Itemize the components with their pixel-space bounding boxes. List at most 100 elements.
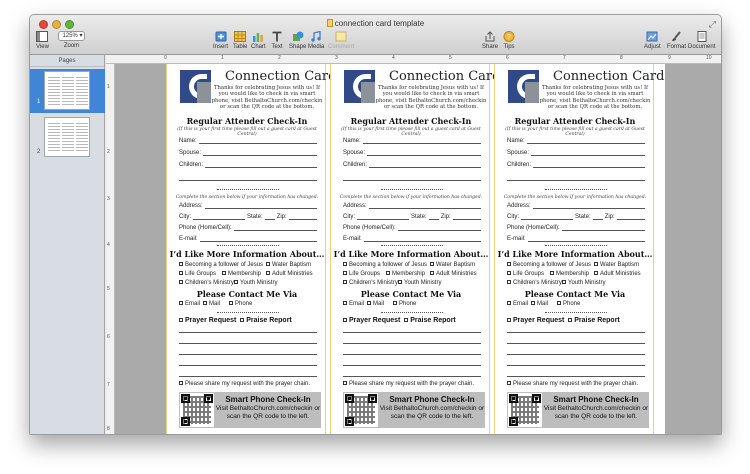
share-button[interactable]: Share xyxy=(482,31,498,50)
insert-button[interactable]: Insert xyxy=(213,31,228,50)
prayer-praise-options[interactable]: Prayer Request Praise Report xyxy=(507,317,620,324)
prayer-line[interactable] xyxy=(507,376,645,377)
contact-email-checkbox[interactable]: Email xyxy=(507,301,528,307)
follower-checkbox[interactable]: Becoming a follower of Jesus xyxy=(507,262,591,268)
zoom-control[interactable]: 125% ▾ Zoom xyxy=(58,31,85,49)
children-extra-line[interactable] xyxy=(343,180,481,181)
baptism-checkbox[interactable]: Water Baptism xyxy=(266,262,311,268)
comment-button[interactable]: Comment xyxy=(328,31,354,50)
children-field[interactable]: Children: xyxy=(507,162,645,168)
follower-checkbox[interactable]: Becoming a follower of Jesus xyxy=(343,262,427,268)
baptism-checkbox[interactable]: Water Baptism xyxy=(430,262,475,268)
vertical-ruler[interactable]: 1 2 3 4 5 6 7 8 xyxy=(106,64,115,434)
shape-button[interactable]: Shape xyxy=(289,31,306,50)
youth-ministry-checkbox[interactable]: Youth Ministry xyxy=(234,280,277,286)
connection-card[interactable]: Connection Card Thanks for celebrating J… xyxy=(330,64,500,434)
prayer-line[interactable] xyxy=(343,365,481,366)
prayer-line[interactable] xyxy=(507,343,645,344)
phone-field[interactable]: Phone (Home/Cell): xyxy=(343,225,481,231)
prayer-line[interactable] xyxy=(343,343,481,344)
prayer-line[interactable] xyxy=(179,332,317,333)
address-field[interactable]: Address: xyxy=(179,203,317,209)
horizontal-ruler[interactable]: 0 1 2 3 4 5 6 7 8 9 10 xyxy=(106,55,721,64)
email-field[interactable]: E-mail: xyxy=(507,236,645,242)
childrens-ministry-checkbox[interactable]: Children's Ministry xyxy=(507,280,562,286)
prayer-line[interactable] xyxy=(507,332,645,333)
city-state-zip-field[interactable]: City: State: Zip: xyxy=(179,214,317,220)
zoom-select[interactable]: 125% ▾ xyxy=(58,31,85,41)
page-thumbnail-2[interactable] xyxy=(44,117,90,157)
share-checkbox[interactable]: Please share my request with the prayer … xyxy=(507,381,638,387)
children-field[interactable]: Children: xyxy=(179,162,317,168)
address-field[interactable]: Address: xyxy=(507,203,645,209)
prayer-line[interactable] xyxy=(179,376,317,377)
document-canvas[interactable]: 0 1 2 3 4 5 6 7 8 9 10 1 2 3 4 5 6 7 8 C… xyxy=(106,55,721,434)
city-state-zip-field[interactable]: City: State: Zip: xyxy=(507,214,645,220)
contact-mail-checkbox[interactable]: Mail xyxy=(367,301,384,307)
prayer-line[interactable] xyxy=(343,354,481,355)
prayer-line[interactable] xyxy=(507,365,645,366)
membership-checkbox[interactable]: Membership xyxy=(550,271,589,277)
tips-button[interactable]: ? Tips xyxy=(503,31,515,50)
children-field[interactable]: Children: xyxy=(343,162,481,168)
prayer-line[interactable] xyxy=(179,354,317,355)
text-button[interactable]: Text xyxy=(271,31,283,50)
children-extra-line[interactable] xyxy=(507,180,645,181)
name-field[interactable]: Name: xyxy=(179,138,317,144)
lifegroups-checkbox[interactable]: Life Groups xyxy=(179,271,216,277)
membership-checkbox[interactable]: Membership xyxy=(386,271,425,277)
view-button[interactable]: View xyxy=(36,31,49,50)
name-field[interactable]: Name: xyxy=(343,138,481,144)
prayer-praise-options[interactable]: Prayer Request Praise Report xyxy=(343,317,456,324)
adult-ministries-checkbox[interactable]: Adult Ministries xyxy=(266,271,313,277)
adjust-button[interactable]: Adjust xyxy=(644,31,661,50)
prayer-line[interactable] xyxy=(343,332,481,333)
children-extra-line[interactable] xyxy=(179,180,317,181)
document-button[interactable]: Document xyxy=(688,31,715,50)
childrens-ministry-checkbox[interactable]: Children's Ministry xyxy=(343,280,398,286)
contact-email-checkbox[interactable]: Email xyxy=(343,301,364,307)
page-thumbnail-1[interactable] xyxy=(44,71,90,110)
spouse-field[interactable]: Spouse: xyxy=(343,150,481,156)
prayer-line[interactable] xyxy=(343,376,481,377)
media-button[interactable]: Media xyxy=(308,31,324,50)
format-button[interactable]: Format xyxy=(667,31,686,50)
follower-checkbox[interactable]: Becoming a follower of Jesus xyxy=(179,262,263,268)
chart-button[interactable]: Chart xyxy=(251,31,266,50)
city-state-zip-field[interactable]: City: State: Zip: xyxy=(343,214,481,220)
contact-mail-checkbox[interactable]: Mail xyxy=(531,301,548,307)
contact-phone-checkbox[interactable]: Phone xyxy=(229,301,252,307)
share-checkbox[interactable]: Please share my request with the prayer … xyxy=(179,381,310,387)
prayer-line[interactable] xyxy=(179,343,317,344)
name-field[interactable]: Name: xyxy=(507,138,645,144)
adult-ministries-checkbox[interactable]: Adult Ministries xyxy=(594,271,641,277)
email-field[interactable]: E-mail: xyxy=(179,236,317,242)
contact-phone-checkbox[interactable]: Phone xyxy=(393,301,416,307)
address-field[interactable]: Address: xyxy=(343,203,481,209)
adult-ministries-checkbox[interactable]: Adult Ministries xyxy=(430,271,477,277)
membership-checkbox[interactable]: Membership xyxy=(222,271,261,277)
prayer-praise-options[interactable]: Prayer Request Praise Report xyxy=(179,317,292,324)
childrens-ministry-checkbox[interactable]: Children's Ministry xyxy=(179,280,234,286)
share-checkbox[interactable]: Please share my request with the prayer … xyxy=(343,381,474,387)
email-field[interactable]: E-mail: xyxy=(343,236,481,242)
prayer-line[interactable] xyxy=(179,365,317,366)
contact-mail-checkbox[interactable]: Mail xyxy=(203,301,220,307)
fullscreen-icon[interactable]: ⤢ xyxy=(709,19,716,30)
spouse-field[interactable]: Spouse: xyxy=(507,150,645,156)
phone-field[interactable]: Phone (Home/Cell): xyxy=(179,225,317,231)
document-page[interactable]: Connection Card Thanks for celebrating J… xyxy=(166,64,665,434)
youth-ministry-checkbox[interactable]: Youth Ministry xyxy=(562,280,605,286)
baptism-checkbox[interactable]: Water Baptism xyxy=(594,262,639,268)
youth-ministry-checkbox[interactable]: Youth Ministry xyxy=(398,280,441,286)
table-button[interactable]: Table xyxy=(233,31,247,50)
connection-card[interactable]: Connection Card Thanks for celebrating J… xyxy=(166,64,336,434)
contact-phone-checkbox[interactable]: Phone xyxy=(557,301,580,307)
prayer-line[interactable] xyxy=(507,354,645,355)
lifegroups-checkbox[interactable]: Life Groups xyxy=(507,271,544,277)
phone-field[interactable]: Phone (Home/Cell): xyxy=(507,225,645,231)
connection-card[interactable]: Connection Card Thanks for celebrating J… xyxy=(494,64,664,434)
lifegroups-checkbox[interactable]: Life Groups xyxy=(343,271,380,277)
spouse-field[interactable]: Spouse: xyxy=(179,150,317,156)
contact-email-checkbox[interactable]: Email xyxy=(179,301,200,307)
